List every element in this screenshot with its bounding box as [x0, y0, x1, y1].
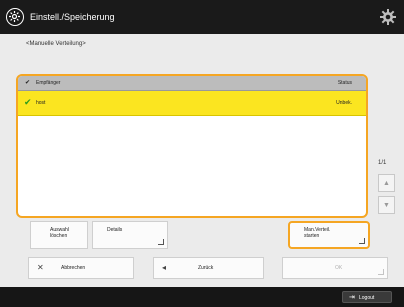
list-item[interactable]: ✔ host Unbek. — [18, 91, 366, 116]
logout-icon: ⇥ — [349, 294, 355, 301]
header-bar: Einstell./Speicherung — [0, 0, 404, 34]
back-label: Zurück — [198, 265, 214, 271]
scroll-up-button[interactable]: ▲ — [378, 174, 395, 192]
settings-app-icon — [6, 8, 24, 26]
gear-icon[interactable] — [379, 8, 397, 26]
arrow-up-icon: ▲ — [383, 180, 390, 187]
page-title: Einstell./Speicherung — [30, 12, 115, 22]
logout-label: Logout — [359, 295, 375, 301]
recipient-name: host — [36, 100, 46, 106]
close-icon: ✕ — [37, 263, 44, 272]
details-label: Details — [107, 227, 123, 233]
recipient-status: Unbek. — [336, 100, 352, 106]
cancel-label: Abbrechen — [61, 265, 86, 271]
screen-subtitle: <Manuelle Verteilung> — [26, 41, 86, 47]
back-button[interactable]: ◂ Zurück — [153, 257, 264, 279]
logout-button[interactable]: ⇥ Logout — [342, 291, 392, 303]
checkmark-icon: ✔ — [24, 97, 32, 107]
list-header: ✔ Empfänger Status — [18, 76, 366, 91]
ok-button[interactable]: OK — [282, 257, 388, 279]
corner-indicator-icon — [378, 269, 384, 275]
footer-bar: ⇥ Logout — [0, 287, 404, 307]
start-distribution-label-line2: starten — [304, 233, 320, 239]
start-distribution-button[interactable]: Man.Verteil. starten — [288, 221, 370, 249]
corner-indicator-icon — [158, 239, 164, 245]
clear-selection-button[interactable]: Auswahl löschen — [30, 221, 88, 249]
check-all-icon[interactable]: ✔ — [25, 79, 30, 86]
arrow-left-icon: ◂ — [162, 263, 167, 272]
page-counter: 1/1 — [378, 160, 387, 166]
corner-indicator-icon — [359, 238, 365, 244]
scroll-down-button[interactable]: ▼ — [378, 196, 395, 214]
clear-selection-label-line2: löschen — [50, 233, 68, 239]
column-status: Status — [337, 80, 352, 86]
ok-label: OK — [335, 265, 343, 271]
column-recipient: Empfänger — [36, 80, 61, 86]
recipient-list: ✔ Empfänger Status ✔ host Unbek. — [16, 74, 368, 218]
arrow-down-icon: ▼ — [383, 202, 390, 209]
details-button[interactable]: Details — [92, 221, 168, 249]
cancel-button[interactable]: ✕ Abbrechen — [28, 257, 134, 279]
